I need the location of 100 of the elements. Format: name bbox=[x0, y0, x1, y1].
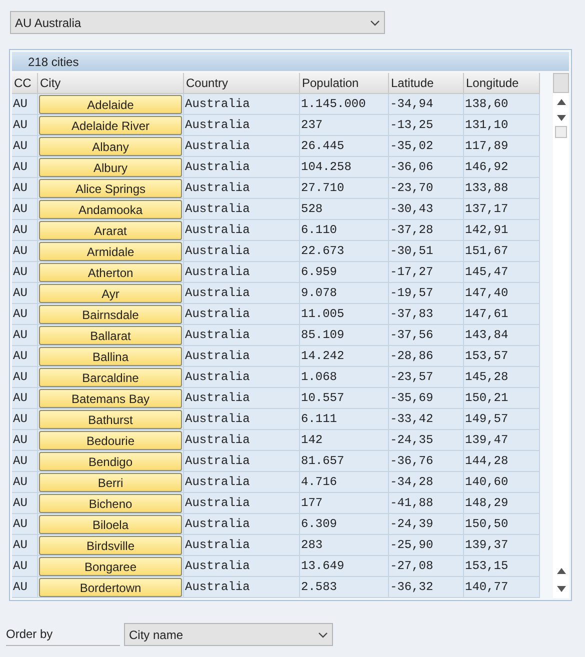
city-button[interactable]: Atherton bbox=[39, 262, 182, 282]
table-cell: 149,57 bbox=[464, 409, 540, 430]
table-cell: 137,17 bbox=[464, 199, 540, 220]
table-cell: AU bbox=[12, 178, 38, 199]
table-cell: Australia bbox=[184, 94, 300, 115]
table-cell: 9.078 bbox=[300, 283, 389, 304]
table-cell: AU bbox=[12, 430, 38, 451]
column-header[interactable]: Population bbox=[300, 73, 389, 94]
column-header[interactable]: City bbox=[38, 73, 184, 94]
table-cell: -25,90 bbox=[389, 535, 464, 556]
table-cell: -37,28 bbox=[389, 220, 464, 241]
city-button[interactable]: Ayr bbox=[39, 284, 182, 302]
table-cell: AU bbox=[12, 577, 38, 598]
table-cell: AU bbox=[12, 451, 38, 472]
city-button[interactable]: Birdsville bbox=[39, 536, 182, 554]
table-cell: 6.110 bbox=[300, 220, 389, 241]
table-cell: AU bbox=[12, 157, 38, 178]
table-cell: AU bbox=[12, 115, 38, 136]
table-cell: -36,06 bbox=[389, 157, 464, 178]
table-cell: AU bbox=[12, 493, 38, 514]
city-button[interactable]: Adelaide bbox=[39, 94, 182, 114]
table-cell: -24,35 bbox=[389, 430, 464, 451]
table-cell: 143,84 bbox=[464, 325, 540, 346]
table-cell: Australia bbox=[184, 199, 300, 220]
table-cell: Australia bbox=[184, 220, 300, 241]
city-button[interactable]: Ballarat bbox=[39, 326, 182, 344]
table-cell: -13,25 bbox=[389, 115, 464, 136]
city-button[interactable]: Alice Springs bbox=[39, 178, 182, 198]
scroll-down-icon[interactable] bbox=[556, 586, 566, 592]
table-cell: 139,37 bbox=[464, 535, 540, 556]
table-title: 218 cities bbox=[28, 54, 79, 70]
table-cell: 1.145.000 bbox=[300, 94, 389, 115]
city-button[interactable]: Barcaldine bbox=[39, 368, 182, 386]
table-cell: Australia bbox=[184, 304, 300, 325]
order-by-dropdown[interactable]: City name bbox=[124, 623, 333, 646]
chevron-down-icon bbox=[318, 632, 328, 638]
city-button[interactable]: Bathurst bbox=[39, 410, 182, 428]
city-button[interactable]: Biloela bbox=[39, 514, 182, 534]
scroll-thumb[interactable] bbox=[555, 126, 567, 138]
table-cell: -37,56 bbox=[389, 325, 464, 346]
table-cell: 11.005 bbox=[300, 304, 389, 325]
table-cell: 140,77 bbox=[464, 577, 540, 598]
city-button[interactable]: Ballina bbox=[39, 346, 182, 366]
table-cell: 81.657 bbox=[300, 451, 389, 472]
chevron-down-icon bbox=[370, 20, 380, 26]
table-cell: 10.557 bbox=[300, 388, 389, 409]
city-button[interactable]: Andamooka bbox=[39, 200, 182, 218]
city-button[interactable]: Bendigo bbox=[39, 452, 182, 470]
table-cell: 237 bbox=[300, 115, 389, 136]
city-button[interactable]: Adelaide River bbox=[39, 116, 182, 134]
table-cell: AU bbox=[12, 367, 38, 388]
table-cell: -23,70 bbox=[389, 178, 464, 199]
table-cell: -36,32 bbox=[389, 577, 464, 598]
table-cell: -24,39 bbox=[389, 514, 464, 535]
city-button[interactable]: Bicheno bbox=[39, 494, 182, 512]
column-header[interactable]: Country bbox=[184, 73, 300, 94]
city-button[interactable]: Bongaree bbox=[39, 556, 182, 576]
city-button[interactable]: Batemans Bay bbox=[39, 388, 182, 408]
table-cell: 147,40 bbox=[464, 283, 540, 304]
table-cell: -37,83 bbox=[389, 304, 464, 325]
table-cell: -30,43 bbox=[389, 199, 464, 220]
city-button[interactable]: Albury bbox=[39, 158, 182, 176]
country-dropdown[interactable]: AU Australia bbox=[10, 11, 385, 34]
table-cell: AU bbox=[12, 304, 38, 325]
table-cell: Australia bbox=[184, 157, 300, 178]
table-cell: AU bbox=[12, 241, 38, 262]
table-cell: Australia bbox=[184, 409, 300, 430]
city-button[interactable]: Berri bbox=[39, 472, 182, 492]
table-cell: 150,50 bbox=[464, 514, 540, 535]
table-cell: 13.649 bbox=[300, 556, 389, 577]
table-cell: 27.710 bbox=[300, 178, 389, 199]
table-cell: Australia bbox=[184, 136, 300, 157]
scroll-up-icon[interactable] bbox=[556, 99, 566, 105]
city-button[interactable]: Bairnsdale bbox=[39, 304, 182, 324]
table-cell: 283 bbox=[300, 535, 389, 556]
table-cell: 145,47 bbox=[464, 262, 540, 283]
scroll-up-icon[interactable] bbox=[556, 568, 566, 574]
column-header[interactable]: Latitude bbox=[389, 73, 464, 94]
city-button[interactable]: Ararat bbox=[39, 220, 182, 240]
column-header[interactable]: Longitude bbox=[464, 73, 540, 94]
column-header[interactable]: CC bbox=[12, 73, 38, 94]
table-cell: -17,27 bbox=[389, 262, 464, 283]
table-cell: 6.959 bbox=[300, 262, 389, 283]
table-cell: Australia bbox=[184, 262, 300, 283]
table-cell: 142 bbox=[300, 430, 389, 451]
table-cell: Australia bbox=[184, 556, 300, 577]
table-cell: AU bbox=[12, 346, 38, 367]
city-button[interactable]: Armidale bbox=[39, 242, 182, 260]
table-cell: AU bbox=[12, 535, 38, 556]
table-cell: 1.068 bbox=[300, 367, 389, 388]
table-cell: Australia bbox=[184, 367, 300, 388]
city-button[interactable]: Bedourie bbox=[39, 430, 182, 450]
city-button[interactable]: Bordertown bbox=[39, 578, 182, 596]
table-cell: 151,67 bbox=[464, 241, 540, 262]
table-cell: -33,42 bbox=[389, 409, 464, 430]
city-button[interactable]: Albany bbox=[39, 136, 182, 156]
table-cell: 26.445 bbox=[300, 136, 389, 157]
scroll-down-icon[interactable] bbox=[556, 115, 566, 121]
table-cell: -34,94 bbox=[389, 94, 464, 115]
table-cell: -41,88 bbox=[389, 493, 464, 514]
